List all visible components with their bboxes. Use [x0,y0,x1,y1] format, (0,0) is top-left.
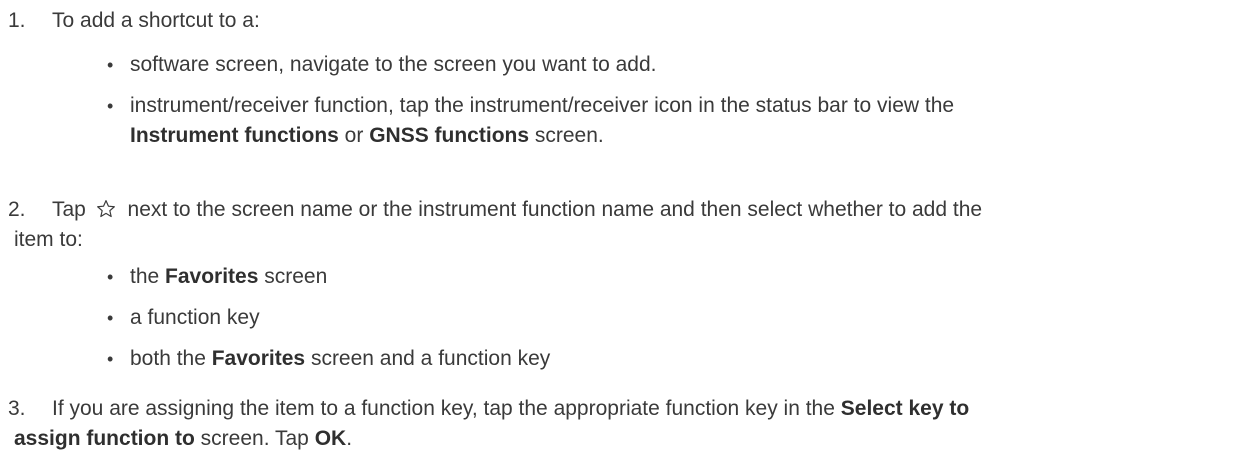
bullet-text-mid: or [338,124,370,147]
bullet-text-post: screen [258,265,328,288]
bullet-text-pre: the [130,265,166,288]
ok-label: OK [314,427,347,450]
step-number: 3. [8,397,26,420]
step-text-pre: If you are assigning the item to a funct… [52,397,841,420]
bullet-glyph: • [107,96,114,116]
bullet-text-post: screen and a function key [305,347,551,370]
list-item: • instrument/receiver function, tap the … [107,91,1230,151]
instrument-functions-label: Instrument functions [130,124,339,147]
step-text: If you are assigning the item to a funct… [14,394,1232,454]
bullet-text: both the Favorites screen and a function… [130,344,1230,374]
bullet-text: instrument/receiver function, tap the in… [130,91,1230,151]
step-2-bullets: • the Favorites screen • a function key … [107,262,1230,385]
star-outline-icon [96,200,115,218]
step-1-bullets: • software screen, navigate to the scree… [107,50,1230,162]
bullet-text-pre: both the [130,347,212,370]
select-key-label-part1: Select key to [840,397,970,420]
list-item: • a function key [107,303,1230,333]
instruction-list: 1. To add a shortcut to a: • software sc… [0,0,1243,466]
gnss-functions-label: GNSS functions [369,124,530,147]
bullet-glyph: • [107,267,114,287]
list-item: • both the Favorites screen and a functi… [107,344,1230,374]
step-text: Tap next to the screen name or the instr… [14,195,1232,255]
bullet-text: software screen, navigate to the screen … [130,53,657,76]
bullet-text: the Favorites screen [130,262,1230,292]
step-text-line2: item to: [14,228,83,251]
bullet-glyph: • [107,55,114,75]
list-item: • software screen, navigate to the scree… [107,50,1230,80]
favorites-label: Favorites [211,347,306,370]
step-text-mid: screen. Tap [194,427,315,450]
select-key-label-part2: assign function to [14,427,195,450]
bullet-text-post: screen. [529,124,604,147]
step-text-post: next to the screen name or the instrumen… [121,198,983,221]
step-number: 1. [8,9,26,32]
bullet-glyph: • [107,349,114,369]
bullet-text: a function key [130,306,260,329]
step-text-post: . [346,427,353,450]
step-number: 2. [8,198,26,221]
list-item: • the Favorites screen [107,262,1230,292]
step-text: To add a shortcut to a: [52,9,260,32]
favorites-label: Favorites [165,265,259,288]
step-text-pre: Tap [52,198,92,221]
bullet-text-line: instrument/receiver function, tap the in… [130,94,955,117]
bullet-glyph: • [107,308,114,328]
